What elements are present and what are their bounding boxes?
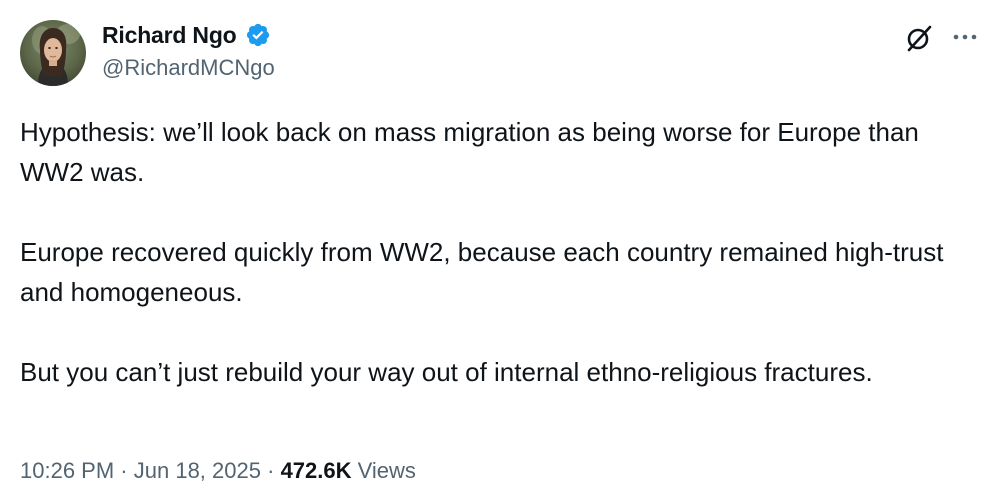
tweet-time[interactable]: 10:26 PM [20, 458, 114, 483]
tweet-paragraph: Europe recovered quickly from WW2, becau… [20, 237, 944, 307]
author-name-row: Richard Ngo [102, 19, 271, 51]
views-label: Views [357, 458, 416, 483]
author-handle[interactable]: @RichardMCNgo [102, 55, 275, 81]
verified-badge-icon[interactable] [245, 22, 271, 48]
avatar[interactable] [20, 20, 86, 86]
tweet-paragraph: Hypothesis: we’ll look back on mass migr… [20, 117, 919, 187]
tweet-text: Hypothesis: we’ll look back on mass migr… [20, 112, 985, 392]
tweet-paragraph: But you can’t just rebuild your way out … [20, 357, 873, 387]
meta-separator: · [120, 458, 128, 483]
grok-icon[interactable] [904, 23, 934, 53]
author-display-name[interactable]: Richard Ngo [102, 22, 237, 49]
tweet-meta: 10:26 PM · Jun 18, 2025 · 472.6K Views [20, 458, 416, 484]
more-options-icon[interactable] [952, 27, 978, 47]
tweet-date[interactable]: Jun 18, 2025 [134, 458, 261, 483]
views-count[interactable]: 472.6K [281, 458, 352, 483]
tweet-card: Richard Ngo @RichardMCNgo Hypothesis: we… [0, 0, 1002, 500]
meta-separator: · [267, 458, 275, 483]
avatar-image [20, 20, 86, 86]
